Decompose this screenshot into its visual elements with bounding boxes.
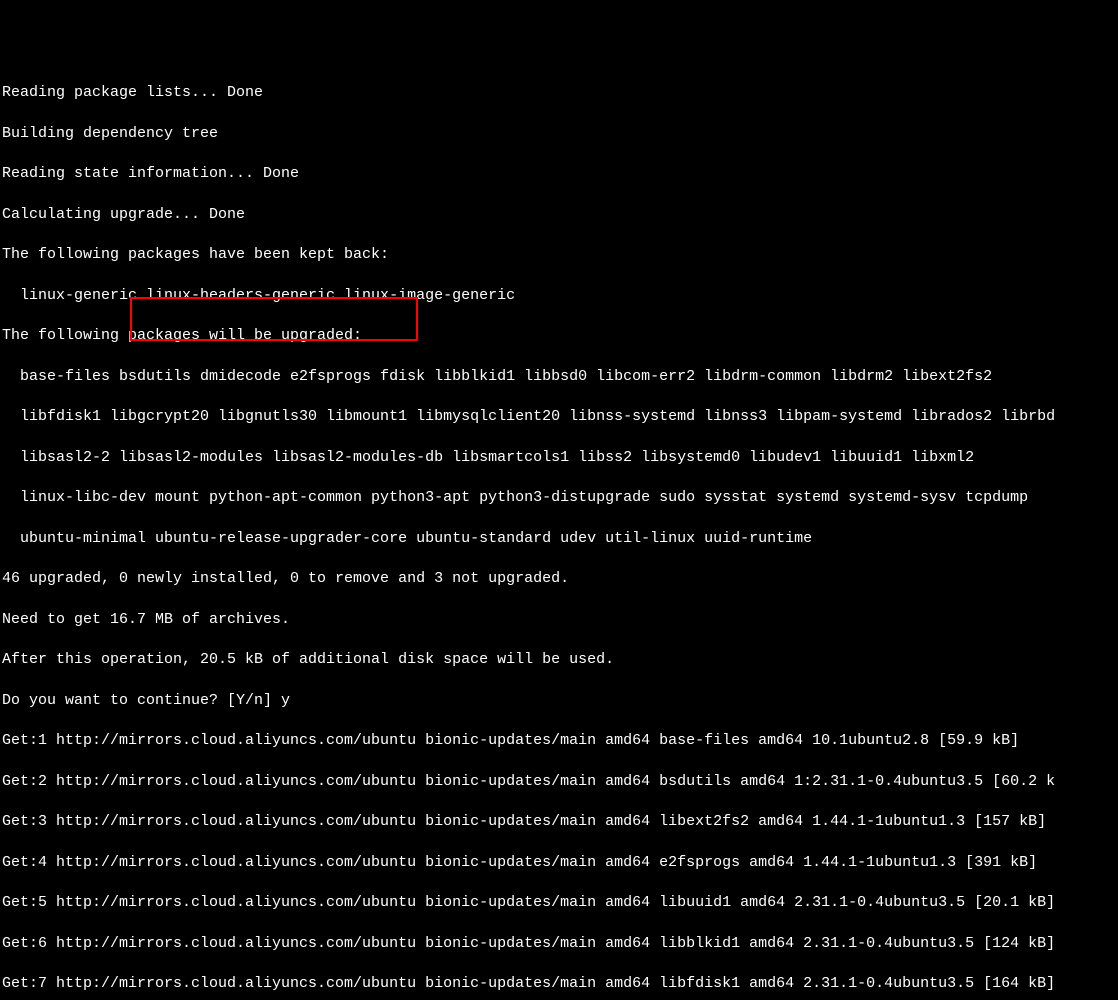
terminal-line: Get:5 http://mirrors.cloud.aliyuncs.com/… [2, 893, 1116, 913]
terminal-line: Reading package lists... Done [2, 83, 1116, 103]
terminal-line: libfdisk1 libgcrypt20 libgnutls30 libmou… [2, 407, 1116, 427]
terminal-line: The following packages will be upgraded: [2, 326, 1116, 346]
terminal-line: Need to get 16.7 MB of archives. [2, 610, 1116, 630]
terminal-line: 46 upgraded, 0 newly installed, 0 to rem… [2, 569, 1116, 589]
terminal-line: Get:6 http://mirrors.cloud.aliyuncs.com/… [2, 934, 1116, 954]
terminal-line: ubuntu-minimal ubuntu-release-upgrader-c… [2, 529, 1116, 549]
terminal-line: Get:2 http://mirrors.cloud.aliyuncs.com/… [2, 772, 1116, 792]
terminal-line: Building dependency tree [2, 124, 1116, 144]
prompt-line[interactable]: Do you want to continue? [Y/n] y [2, 691, 1116, 711]
terminal-line: libsasl2-2 libsasl2-modules libsasl2-mod… [2, 448, 1116, 468]
terminal-line: Get:3 http://mirrors.cloud.aliyuncs.com/… [2, 812, 1116, 832]
terminal-line: Reading state information... Done [2, 164, 1116, 184]
terminal-line: After this operation, 20.5 kB of additio… [2, 650, 1116, 670]
terminal-line: linux-libc-dev mount python-apt-common p… [2, 488, 1116, 508]
terminal-line: Calculating upgrade... Done [2, 205, 1116, 225]
terminal-line: base-files bsdutils dmidecode e2fsprogs … [2, 367, 1116, 387]
terminal-line: Get:1 http://mirrors.cloud.aliyuncs.com/… [2, 731, 1116, 751]
terminal-line: Get:7 http://mirrors.cloud.aliyuncs.com/… [2, 974, 1116, 994]
terminal-line: The following packages have been kept ba… [2, 245, 1116, 265]
terminal-line: Get:4 http://mirrors.cloud.aliyuncs.com/… [2, 853, 1116, 873]
terminal-line: linux-generic linux-headers-generic linu… [2, 286, 1116, 306]
